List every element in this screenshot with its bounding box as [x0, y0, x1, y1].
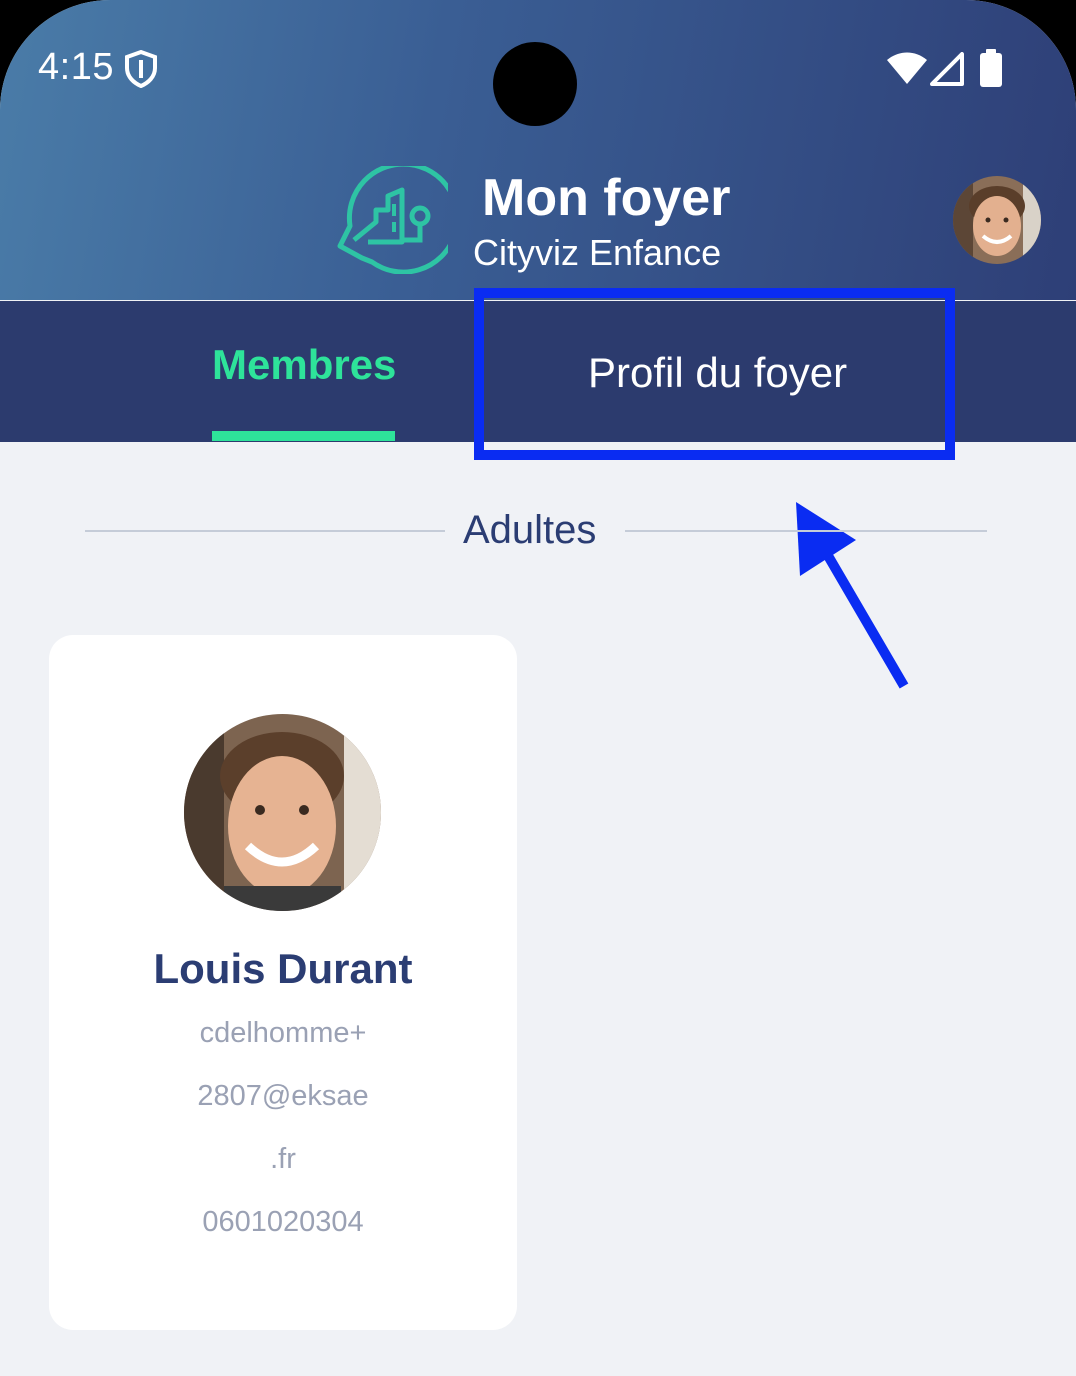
status-time: 4:15: [38, 46, 114, 88]
annotation-arrow-icon: [796, 502, 909, 689]
page-subtitle: Cityviz Enfance: [473, 232, 722, 273]
cityviz-logo-icon: [337, 166, 448, 274]
avatar-photo-icon: [953, 176, 1041, 264]
wifi-icon: [887, 52, 927, 84]
front-camera: [493, 42, 577, 126]
member-avatar: [184, 714, 381, 911]
shield-icon: [125, 50, 157, 88]
phone-screen: 4:15 Mon foyer Cityviz Enfance Membres P…: [0, 0, 1076, 1376]
battery-icon: [980, 49, 1002, 87]
section-title: Adultes: [463, 508, 597, 552]
section-divider-left: [85, 530, 445, 532]
page-title: Mon foyer: [482, 169, 731, 227]
status-bar: 4:15: [0, 36, 1076, 126]
active-tab-indicator: [212, 431, 395, 441]
section-divider-right: [625, 530, 987, 532]
user-avatar[interactable]: [953, 176, 1041, 264]
annotation-highlight-box: [474, 288, 955, 460]
app-header: 4:15 Mon foyer Cityviz Enfance: [0, 0, 1076, 300]
tab-membres-label: Membres: [212, 341, 397, 388]
tab-membres[interactable]: Membres: [212, 341, 402, 441]
member-email-line-3: .fr: [270, 1143, 296, 1175]
member-email-line-2: 2807@eksae: [197, 1080, 369, 1112]
member-card[interactable]: Louis Durant cdelhomme+ 2807@eksae .fr 0…: [49, 635, 517, 1330]
member-photo-icon: [184, 714, 381, 911]
member-phone: 0601020304: [202, 1206, 364, 1238]
member-email-line-1: cdelhomme+: [199, 1017, 367, 1049]
member-name: Louis Durant: [153, 945, 413, 992]
signal-icon: [930, 52, 964, 86]
